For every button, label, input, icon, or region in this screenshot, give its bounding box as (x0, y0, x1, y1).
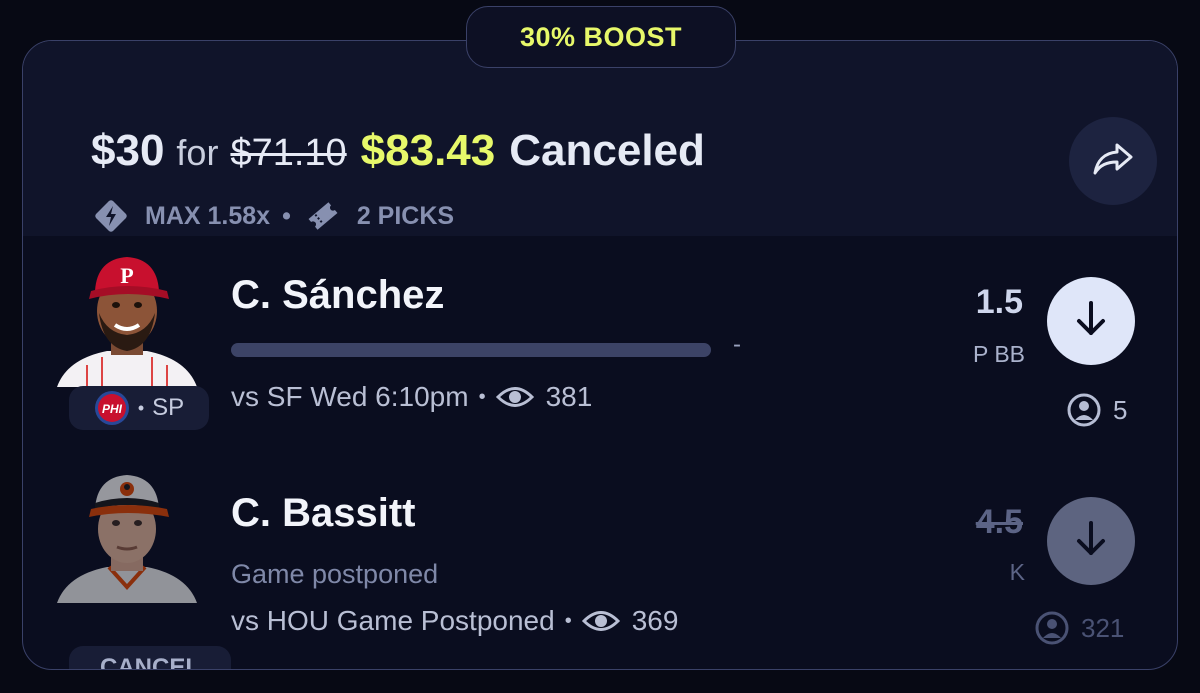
meta-separator: • (282, 201, 291, 230)
share-arrow-icon (1091, 139, 1135, 184)
projection-line: 4.5 (975, 503, 1023, 541)
svg-text:PHI: PHI (102, 402, 123, 416)
boosted-payout: $83.43 (360, 126, 496, 175)
player-name[interactable]: C. Bassitt (231, 491, 416, 536)
entry-status: Canceled (509, 126, 705, 175)
badge-separator: • (137, 397, 145, 418)
player-headshot-sanchez: P (47, 247, 207, 387)
share-button[interactable] (1069, 117, 1157, 205)
entries-count: 5 (1067, 393, 1127, 427)
projection-line: 1.5 (975, 283, 1023, 321)
entries-value: 5 (1113, 394, 1128, 425)
view-count: 369 (631, 605, 679, 636)
stake-amount: $30 (91, 126, 165, 175)
matchup-text: vs SF Wed 6:10pm (231, 381, 469, 412)
player-name[interactable]: C. Sánchez (231, 273, 444, 318)
lower-pick-button (1047, 497, 1135, 585)
max-multiplier: MAX 1.58x (145, 201, 271, 230)
cancel-badge: CANCEL (69, 646, 231, 670)
lightning-diamond-icon (91, 196, 131, 236)
stat-type: K (1009, 559, 1025, 585)
view-count: 381 (545, 381, 593, 412)
entries-count: 321 (1035, 611, 1124, 645)
user-circle-icon (1067, 393, 1101, 427)
entries-value: 321 (1081, 612, 1125, 643)
stat-progress-value: - (733, 331, 741, 358)
phillies-logo-icon: PHI (94, 390, 130, 426)
user-circle-icon (1035, 611, 1069, 645)
player-headshot-bassitt (47, 463, 207, 603)
matchup-text: vs HOU Game Postponed (231, 605, 555, 636)
ticket-icon (303, 196, 343, 236)
lower-pick-button[interactable] (1047, 277, 1135, 365)
svg-text:P: P (120, 263, 133, 288)
game-matchup: vs SF Wed 6:10pm • 381 (231, 381, 592, 413)
matchup-separator: • (478, 385, 486, 408)
stat-type: P BB (973, 341, 1025, 367)
postponed-note: Game postponed (231, 559, 439, 589)
original-payout: $71.10 (230, 132, 347, 174)
cancel-label: CANCEL (100, 654, 200, 670)
arrow-down-icon (1073, 519, 1109, 564)
eye-icon (581, 608, 620, 634)
arrow-down-icon (1073, 299, 1109, 344)
entry-meta: MAX 1.58x • 2 PICKS (91, 196, 454, 236)
matchup-separator: • (564, 609, 572, 632)
boost-label: 30% BOOST (519, 21, 683, 52)
game-matchup: vs HOU Game Postponed • 369 (231, 605, 678, 637)
eye-icon (495, 384, 534, 410)
team-position-badge: PHI • SP (69, 386, 209, 430)
stat-progress-bar (231, 343, 711, 357)
boost-tab: 30% BOOST (466, 6, 736, 68)
entry-card[interactable]: $30 for $71.10 $83.43 Canceled MAX 1.58x… (22, 40, 1178, 670)
player-position: SP (152, 394, 185, 421)
picks-count: 2 PICKS (356, 201, 455, 230)
for-text: for (176, 132, 219, 173)
entry-headline: $30 for $71.10 $83.43 Canceled (91, 126, 705, 176)
